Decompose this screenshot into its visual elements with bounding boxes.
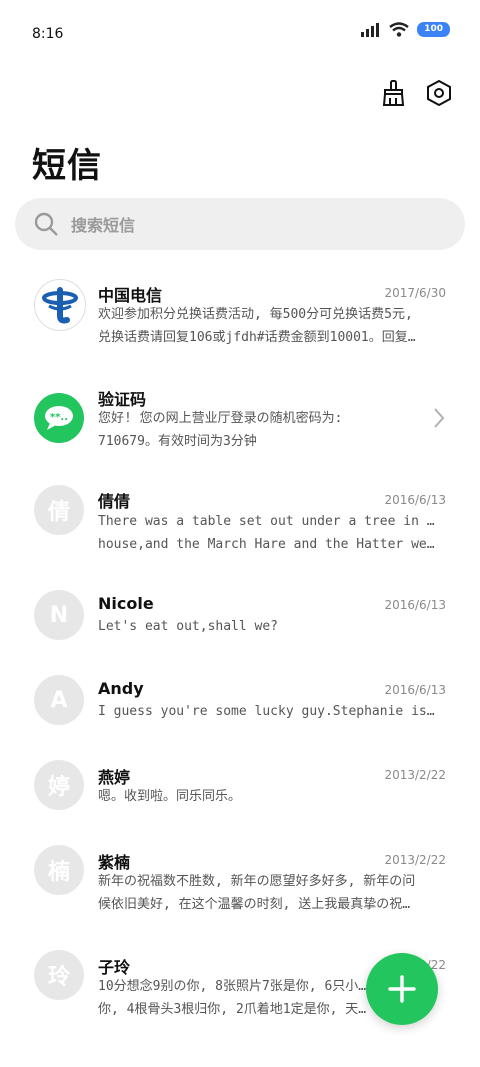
list-item[interactable]: 倩 倩倩 2016/6/13 There was a table set out… bbox=[0, 472, 480, 572]
search-placeholder: 搜索短信 bbox=[71, 216, 136, 235]
message-date: 2016/6/13 bbox=[384, 683, 446, 697]
list-item[interactable]: A Andy 2016/6/13 I guess you're some luc… bbox=[0, 662, 480, 742]
compose-fab-button[interactable] bbox=[366, 953, 438, 1025]
status-time: 8:16 bbox=[32, 26, 64, 42]
list-item[interactable]: N Nicole 2016/6/13 Let's eat out,shall w… bbox=[0, 577, 480, 657]
preview-line-1: 10分想念9别の你, 8张照片7张是你, 6只小… bbox=[98, 979, 367, 994]
avatar: 婷 bbox=[34, 760, 84, 810]
avatar: A bbox=[34, 675, 84, 725]
settings-hex-icon[interactable] bbox=[424, 78, 454, 108]
avatar: N bbox=[34, 590, 84, 640]
search-bar[interactable]: 搜索短信 bbox=[15, 198, 465, 250]
list-item[interactable]: 婷 燕婷 2013/2/22 嗯。收到啦。同乐同乐。 bbox=[0, 747, 480, 827]
message-date: 2017/6/30 bbox=[384, 286, 446, 300]
preview-line-2: 候依旧美好, 在这个温馨の时刻, 送上我最真挚の祝… bbox=[98, 897, 411, 912]
avatar: 倩 bbox=[34, 485, 84, 535]
clean-brush-icon[interactable] bbox=[378, 78, 408, 108]
preview-line-2: house,and the March Hare and the Hatter … bbox=[98, 537, 438, 552]
message-preview: There was a table set out under a tree i… bbox=[98, 510, 438, 556]
message-bubble-icon: **.. bbox=[34, 393, 84, 443]
preview-line-2: 你, 4根骨头3根归你, 2爪着地1定是你, 天… bbox=[98, 1002, 367, 1017]
message-date: 2016/6/13 bbox=[384, 493, 446, 507]
preview-line-1: Let's eat out,shall we? bbox=[98, 619, 279, 634]
message-preview: 10分想念9别の你, 8张照片7张是你, 6只小… 你, 4根骨头3根归你, 2… bbox=[98, 975, 368, 1021]
preview-line-1: 您好! 您の网上营业厅登录の随机密码为: bbox=[98, 411, 343, 426]
plus-icon bbox=[388, 975, 416, 1003]
chevron-right-icon[interactable] bbox=[432, 407, 446, 429]
page-title: 短信 bbox=[32, 146, 102, 186]
list-item[interactable]: **.. 验证码 您好! 您の网上营业厅登录の随机密码为: 710679。有效时… bbox=[0, 367, 480, 467]
contact-name: Nicole bbox=[98, 594, 154, 613]
avatar: 楠 bbox=[34, 845, 84, 895]
list-item[interactable]: 中国电信 2017/6/30 欢迎参加积分兑换话费活动, 每500分可兑换话费5… bbox=[0, 262, 480, 362]
message-preview: I guess you're some lucky guy.Stephanie … bbox=[98, 700, 438, 723]
preview-line-2: 兑换话费请回复106或jfdh#话费金额到10001。回复… bbox=[98, 330, 416, 345]
battery-icon: 100 bbox=[417, 22, 450, 37]
avatar: 玲 bbox=[34, 950, 84, 1000]
preview-line-1: 欢迎参加积分兑换话费活动, 每500分可兑换话费5元, bbox=[98, 307, 413, 322]
contact-name: 倩倩 bbox=[98, 492, 131, 511]
signal-icon bbox=[361, 22, 380, 37]
message-preview: Let's eat out,shall we? bbox=[98, 615, 438, 638]
svg-text:**..: **.. bbox=[50, 412, 68, 423]
status-bar: 8:16 100 bbox=[0, 0, 480, 60]
wifi-icon bbox=[389, 22, 409, 37]
message-date: 2013/2/22 bbox=[384, 853, 446, 867]
preview-line-1: 新年の祝福数不胜数, 新年の愿望好多好多, 新年の问 bbox=[98, 874, 416, 889]
list-item[interactable]: 楠 紫楠 2013/2/22 新年の祝福数不胜数, 新年の愿望好多好多, 新年の… bbox=[0, 832, 480, 932]
message-preview: 您好! 您の网上营业厅登录の随机密码为: 710679。有效时间为3分钟 bbox=[98, 407, 438, 453]
message-date: 2016/6/13 bbox=[384, 598, 446, 612]
message-preview: 欢迎参加积分兑换话费活动, 每500分可兑换话费5元, 兑换话费请回复106或j… bbox=[98, 303, 438, 349]
preview-line-1: 嗯。收到啦。同乐同乐。 bbox=[98, 789, 242, 804]
message-preview: 新年の祝福数不胜数, 新年の愿望好多好多, 新年の问 候依旧美好, 在这个温馨の… bbox=[98, 870, 438, 916]
contact-name: Andy bbox=[98, 679, 144, 698]
message-preview: 嗯。收到啦。同乐同乐。 bbox=[98, 785, 438, 808]
message-date: 2013/2/22 bbox=[384, 768, 446, 782]
preview-line-2: 710679。有效时间为3分钟 bbox=[98, 434, 257, 449]
search-icon bbox=[34, 212, 58, 236]
china-telecom-logo bbox=[34, 279, 86, 331]
preview-line-1: I guess you're some lucky guy.Stephanie … bbox=[98, 704, 438, 719]
preview-line-1: There was a table set out under a tree i… bbox=[98, 514, 438, 529]
